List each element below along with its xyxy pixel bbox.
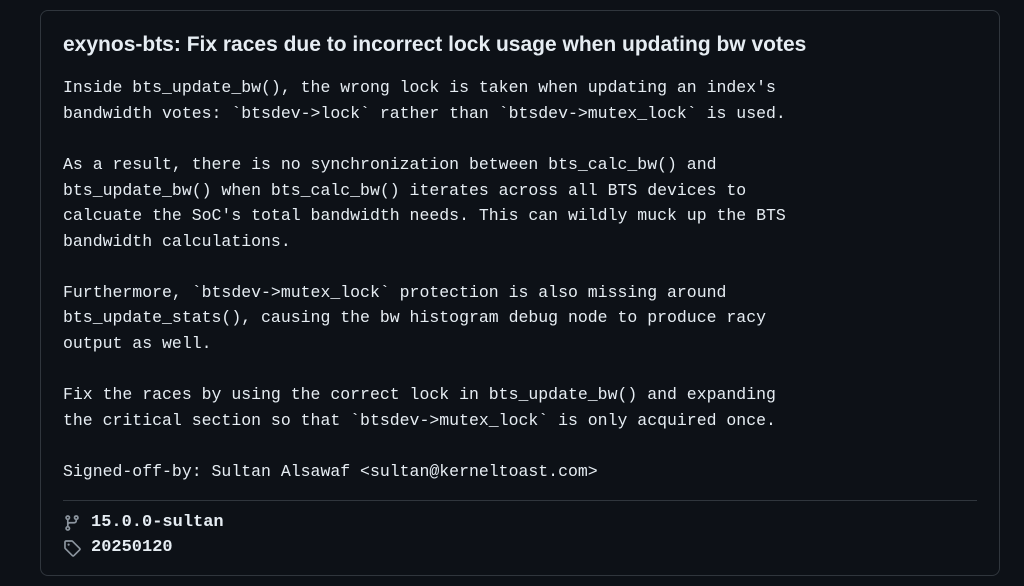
commit-body: Inside bts_update_bw(), the wrong lock i… — [63, 75, 977, 484]
commit-card: exynos-bts: Fix races due to incorrect l… — [40, 10, 1000, 576]
refs-section: 15.0.0-sultan 20250120 — [63, 513, 977, 557]
tag-ref[interactable]: 20250120 — [63, 538, 977, 557]
branch-name: 15.0.0-sultan — [91, 513, 224, 532]
tag-name: 20250120 — [91, 538, 173, 557]
branch-ref[interactable]: 15.0.0-sultan — [63, 513, 977, 532]
divider — [63, 500, 977, 501]
branch-icon — [63, 514, 81, 532]
commit-title: exynos-bts: Fix races due to incorrect l… — [63, 31, 977, 59]
tag-icon — [63, 539, 81, 557]
